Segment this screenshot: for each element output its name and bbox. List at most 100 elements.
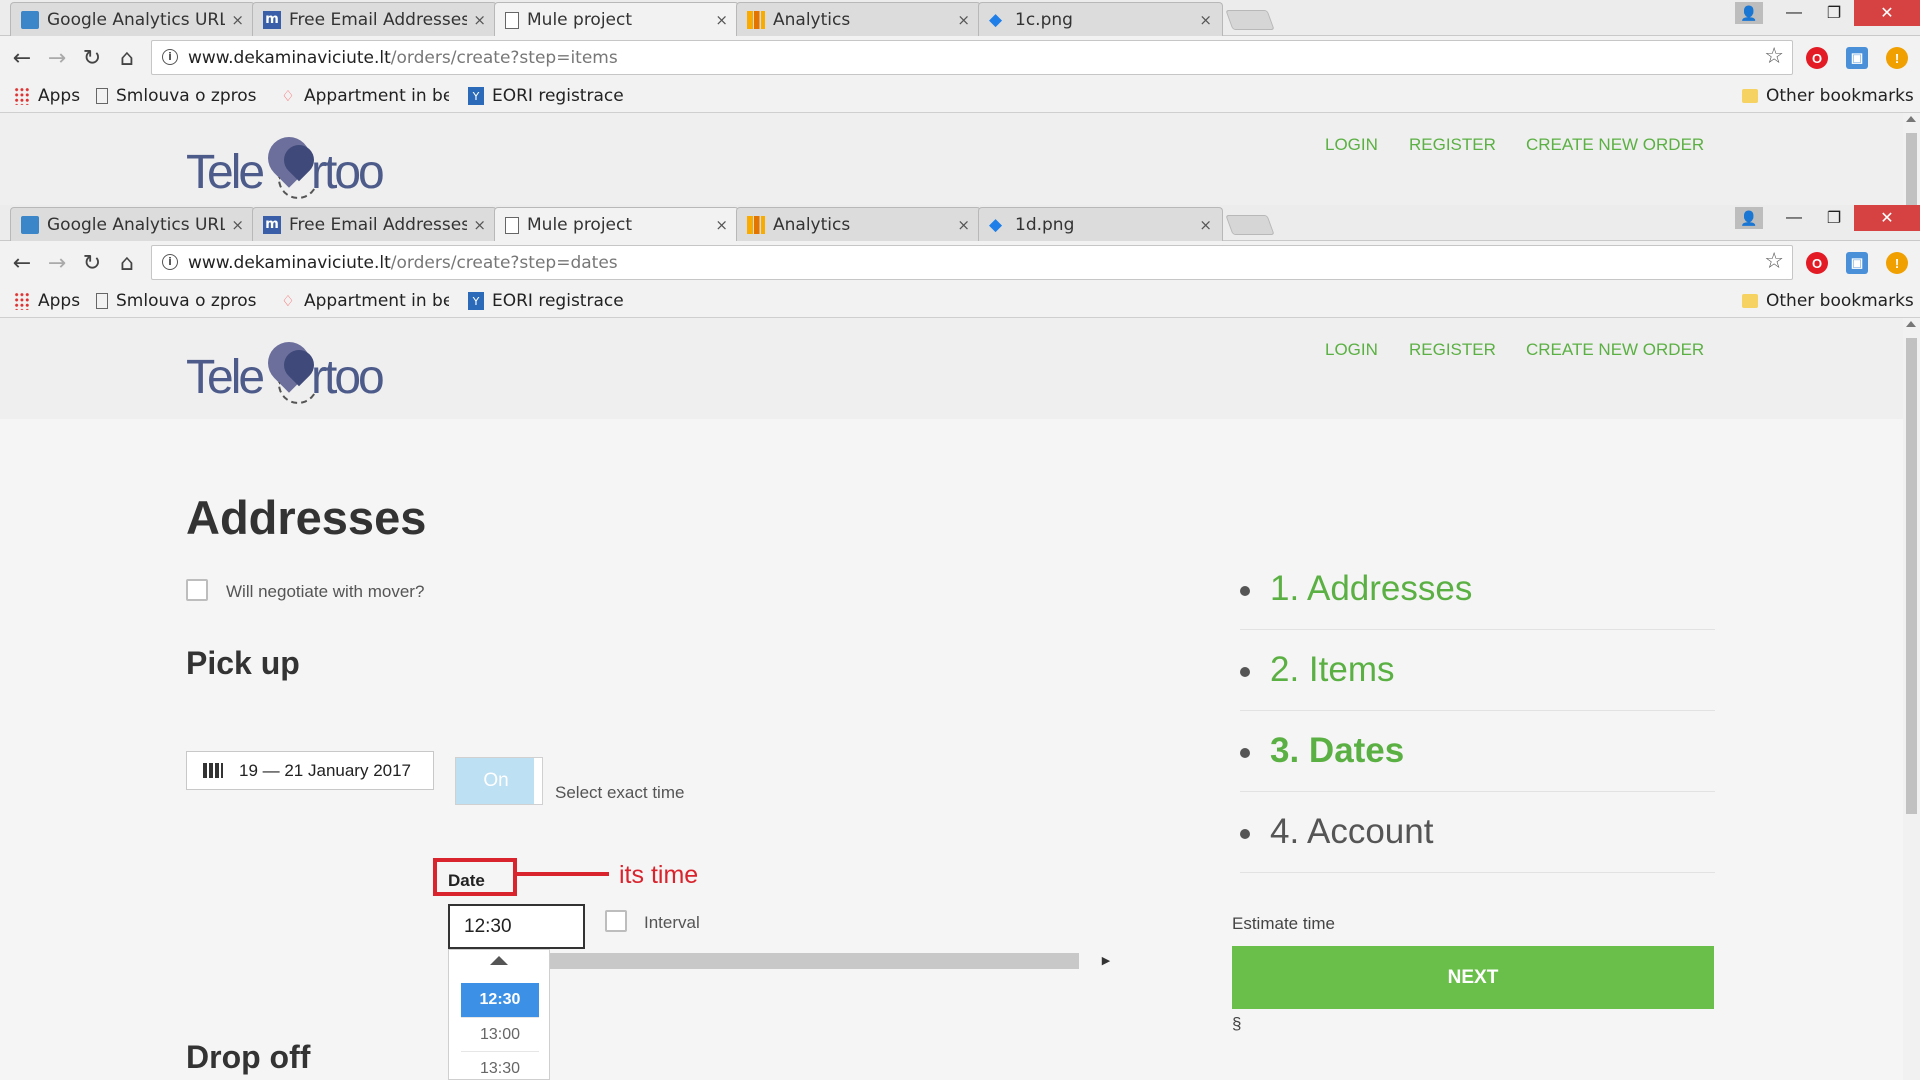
page-scrollbar[interactable] <box>1903 318 1920 1080</box>
nav-create-order[interactable]: CREATE NEW ORDER <box>1526 340 1704 360</box>
alert-icon[interactable]: ! <box>1886 252 1908 274</box>
home-icon[interactable]: ⌂ <box>113 249 141 277</box>
step-account[interactable]: 4. Account <box>1240 792 1715 873</box>
browser-window-top: Google Analytics URL × m Free Email Addr… <box>0 0 1920 113</box>
time-option[interactable]: 12:30 <box>461 983 539 1017</box>
extension-icon[interactable]: ▣ <box>1846 252 1868 274</box>
tab-mule-project[interactable]: Mule project × <box>494 2 739 37</box>
time-option[interactable]: 13:30 <box>461 1051 539 1080</box>
time-input[interactable]: 12:30 <box>448 904 585 949</box>
nav-login[interactable]: LOGIN <box>1325 340 1378 360</box>
teleportoo-logo[interactable]: Tele rtoo <box>186 127 406 199</box>
address-bar[interactable]: i www.dekaminaviciute.lt/orders/create?s… <box>151 40 1793 75</box>
bookmark-eori[interactable]: Y EORI registrace <box>468 84 624 108</box>
tab-analytics[interactable]: Analytics × <box>736 207 981 241</box>
bookmark-other[interactable]: Other bookmarks <box>1742 289 1914 313</box>
negotiate-checkbox[interactable] <box>186 579 208 601</box>
close-icon[interactable]: × <box>231 11 244 29</box>
back-icon[interactable]: ← <box>8 249 36 277</box>
logo-text-right: rtoo <box>311 146 385 199</box>
step-items[interactable]: 2. Items <box>1240 630 1715 711</box>
tab-image-file[interactable]: ◆ 1c.png × <box>978 2 1223 36</box>
restore-button[interactable]: ❐ <box>1814 205 1854 231</box>
close-icon[interactable]: × <box>715 216 728 234</box>
close-icon[interactable]: × <box>473 11 486 29</box>
close-icon[interactable]: × <box>957 11 970 29</box>
reload-icon[interactable]: ↻ <box>78 249 106 277</box>
bookmark-star-icon[interactable]: ☆ <box>1764 249 1784 274</box>
bookmark-smlouva[interactable]: Smlouva o zprostředkování <box>96 84 266 108</box>
close-icon[interactable]: × <box>715 11 728 29</box>
toggle-knob[interactable] <box>534 758 542 804</box>
bookmark-apps[interactable]: Apps <box>14 84 80 108</box>
close-icon[interactable]: × <box>957 216 970 234</box>
close-window-button[interactable]: ✕ <box>1854 205 1920 231</box>
bookmark-apps[interactable]: Apps <box>14 289 80 313</box>
time-option[interactable]: 13:00 <box>461 1017 539 1051</box>
teleportoo-logo[interactable]: Tele rtoo <box>186 332 406 404</box>
horizontal-scrollbar[interactable]: ▶ <box>549 950 1116 971</box>
home-icon[interactable]: ⌂ <box>113 44 141 72</box>
step-addresses[interactable]: 1. Addresses <box>1240 549 1715 630</box>
address-bar[interactable]: i www.dekaminaviciute.lt/orders/create?s… <box>151 245 1793 280</box>
extension-icon[interactable]: ▣ <box>1846 47 1868 69</box>
step-list: 1. Addresses 2. Items 3. Dates 4. Accoun… <box>1240 549 1715 873</box>
interval-checkbox[interactable] <box>605 910 627 932</box>
next-button[interactable]: NEXT <box>1232 946 1714 1009</box>
close-icon[interactable]: × <box>1199 11 1212 29</box>
scroll-track[interactable] <box>549 953 1079 969</box>
back-icon[interactable]: ← <box>8 44 36 72</box>
tab-mule-project[interactable]: Mule project × <box>494 207 739 242</box>
bookmark-other[interactable]: Other bookmarks <box>1742 84 1914 108</box>
forward-icon[interactable]: → <box>43 44 71 72</box>
minimize-button[interactable]: — <box>1774 0 1814 26</box>
bookmark-appartment[interactable]: ♢ Appartment in bes <box>280 289 452 313</box>
user-icon[interactable]: 👤 <box>1735 207 1763 229</box>
step-dates[interactable]: 3. Dates <box>1240 711 1715 792</box>
new-tab-button[interactable] <box>1225 215 1275 235</box>
tab-free-email[interactable]: m Free Email Addresses × <box>252 2 497 36</box>
nav-login[interactable]: LOGIN <box>1325 135 1378 155</box>
scroll-up-icon[interactable] <box>490 956 508 965</box>
close-icon[interactable]: × <box>473 216 486 234</box>
opera-icon[interactable]: O <box>1806 252 1828 274</box>
forward-icon[interactable]: → <box>43 249 71 277</box>
info-icon[interactable]: i <box>162 254 178 270</box>
site-header: Tele rtoo LOGIN REGISTER CREATE NEW ORDE… <box>0 318 1903 419</box>
opera-icon[interactable]: O <box>1806 47 1828 69</box>
close-icon[interactable]: × <box>231 216 244 234</box>
exact-time-toggle[interactable]: On <box>455 757 543 805</box>
scroll-thumb[interactable] <box>1906 133 1917 205</box>
scroll-right-icon[interactable]: ▶ <box>1096 950 1116 971</box>
bookmark-appartment[interactable]: ♢ Appartment in bes <box>280 84 452 108</box>
bookmark-label: EORI registrace <box>492 86 624 106</box>
scroll-thumb[interactable] <box>1906 338 1917 814</box>
restore-button[interactable]: ❐ <box>1814 0 1854 26</box>
scroll-up-icon[interactable] <box>1906 321 1916 327</box>
info-icon[interactable]: i <box>162 49 178 65</box>
close-window-button[interactable]: ✕ <box>1854 0 1920 26</box>
nav-create-order[interactable]: CREATE NEW ORDER <box>1526 135 1704 155</box>
tab-label: Free Email Addresses <box>289 214 468 235</box>
tab-free-email[interactable]: m Free Email Addresses × <box>252 207 497 241</box>
user-icon[interactable]: 👤 <box>1735 2 1763 24</box>
close-icon[interactable]: × <box>1199 216 1212 234</box>
bookmark-eori[interactable]: Y EORI registrace <box>468 289 624 313</box>
new-tab-button[interactable] <box>1225 10 1275 30</box>
analytics-url-icon <box>21 215 39 234</box>
nav-register[interactable]: REGISTER <box>1409 135 1496 155</box>
tab-image-file[interactable]: ◆ 1d.png × <box>978 207 1223 241</box>
tab-google-analytics-url[interactable]: Google Analytics URL × <box>10 2 255 36</box>
nav-register[interactable]: REGISTER <box>1409 340 1496 360</box>
bookmark-star-icon[interactable]: ☆ <box>1764 44 1784 69</box>
scroll-up-icon[interactable] <box>1906 116 1916 122</box>
bookmark-label: Appartment in bes <box>304 86 449 106</box>
tab-google-analytics-url[interactable]: Google Analytics URL × <box>10 207 255 241</box>
bookmark-smlouva[interactable]: Smlouva o zprostředkování <box>96 289 266 313</box>
reload-icon[interactable]: ↻ <box>78 44 106 72</box>
page-scrollbar-top[interactable] <box>1903 113 1920 205</box>
minimize-button[interactable]: — <box>1774 205 1814 231</box>
date-range-picker[interactable]: 19 — 21 January 2017 <box>186 751 434 790</box>
tab-analytics[interactable]: Analytics × <box>736 2 981 36</box>
alert-icon[interactable]: ! <box>1886 47 1908 69</box>
